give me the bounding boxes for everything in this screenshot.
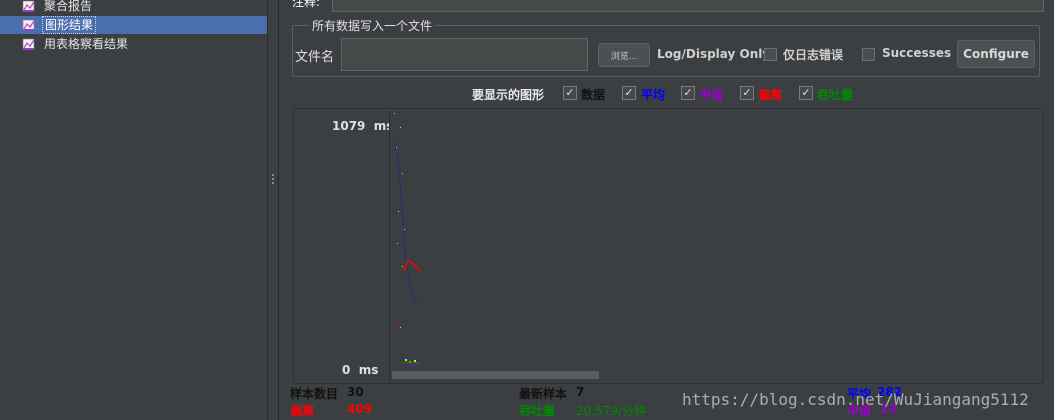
y-min-label: 0 ms <box>342 363 379 377</box>
median-checkbox[interactable]: ✓ <box>681 86 695 100</box>
average-line <box>393 140 421 302</box>
deviation-stat-label: 偏离 <box>290 404 315 418</box>
median-line <box>395 198 421 366</box>
log-display-only-label: Log/Display Only: <box>657 47 775 61</box>
graph-horizontal-scrollbar[interactable] <box>392 371 599 379</box>
data-option-label: 数据 <box>581 88 606 102</box>
deviation-option-label: 偏离 <box>758 88 783 102</box>
graph-area: 1079 ms 0 ms <box>293 108 1044 384</box>
graph-icon <box>22 37 36 51</box>
section-legend: 所有数据写入一个文件 <box>309 17 436 34</box>
deviation-stat-value: 409 <box>347 402 373 416</box>
sample-count-value: 30 <box>347 385 364 399</box>
latest-sample-label: 最新样本 <box>519 387 568 401</box>
deviation-checkbox[interactable]: ✓ <box>740 86 754 100</box>
latest-sample-value: 7 <box>576 385 585 399</box>
sample-count-label: 样本数目 <box>290 387 339 401</box>
comment-label: 注释: <box>292 0 321 9</box>
tree-item-label: 聚合报告 <box>44 0 93 13</box>
average-checkbox[interactable]: ✓ <box>622 86 636 100</box>
average-option-label: 平均 <box>641 88 666 102</box>
test-plan-tree: 聚合报告 图形结果 用表格察看结果 <box>0 0 267 420</box>
graph-plot <box>389 111 1042 381</box>
throughput-checkbox[interactable]: ✓ <box>799 86 813 100</box>
write-to-file-section: 所有数据写入一个文件 文件名 浏览... Log/Display Only: 仅… <box>292 17 1040 77</box>
graph-icon <box>22 0 36 13</box>
deviation-line <box>395 260 421 330</box>
successes-label: Successes <box>882 46 952 60</box>
median-option-label: 中值 <box>699 88 724 102</box>
graph-results-panel: 注释: 所有数据写入一个文件 文件名 浏览... Log/Display Onl… <box>280 0 1054 420</box>
graph-icon <box>22 18 36 32</box>
throughput-option-label: 吞吐量 <box>817 88 854 102</box>
throughput-stat-value: 20,579/分钟 <box>576 404 647 418</box>
errors-only-label: 仅日志错误 <box>783 48 844 62</box>
graphs-to-display-label: 要显示的图形 <box>472 88 545 102</box>
browse-button[interactable]: 浏览... <box>598 43 650 67</box>
tree-item-aggregate-report[interactable]: 聚合报告 <box>22 0 94 15</box>
graph-plot-svg <box>393 113 421 366</box>
filename-label: 文件名 <box>295 50 335 65</box>
tree-item-label: 图形结果 <box>42 16 97 34</box>
data-checkbox[interactable]: ✓ <box>563 86 577 100</box>
filename-input[interactable] <box>341 38 588 71</box>
errors-only-checkbox[interactable] <box>764 48 777 61</box>
tree-item-graph-results[interactable]: 图形结果 <box>0 16 267 34</box>
watermark-text: https://blog.csdn.net/WuJiangang5112 <box>682 390 1029 409</box>
configure-button[interactable]: Configure <box>957 40 1035 68</box>
tree-item-label: 用表格察看结果 <box>44 37 129 51</box>
split-pane-divider[interactable] <box>267 0 279 420</box>
drag-grip-icon <box>272 174 275 186</box>
successes-checkbox[interactable] <box>862 48 875 61</box>
comment-field[interactable] <box>332 0 1044 12</box>
throughput-stat-label: 吞吐量 <box>519 404 556 418</box>
tree-item-view-results-table[interactable]: 用表格察看结果 <box>22 35 130 53</box>
y-max-label: 1079 ms <box>332 119 394 133</box>
